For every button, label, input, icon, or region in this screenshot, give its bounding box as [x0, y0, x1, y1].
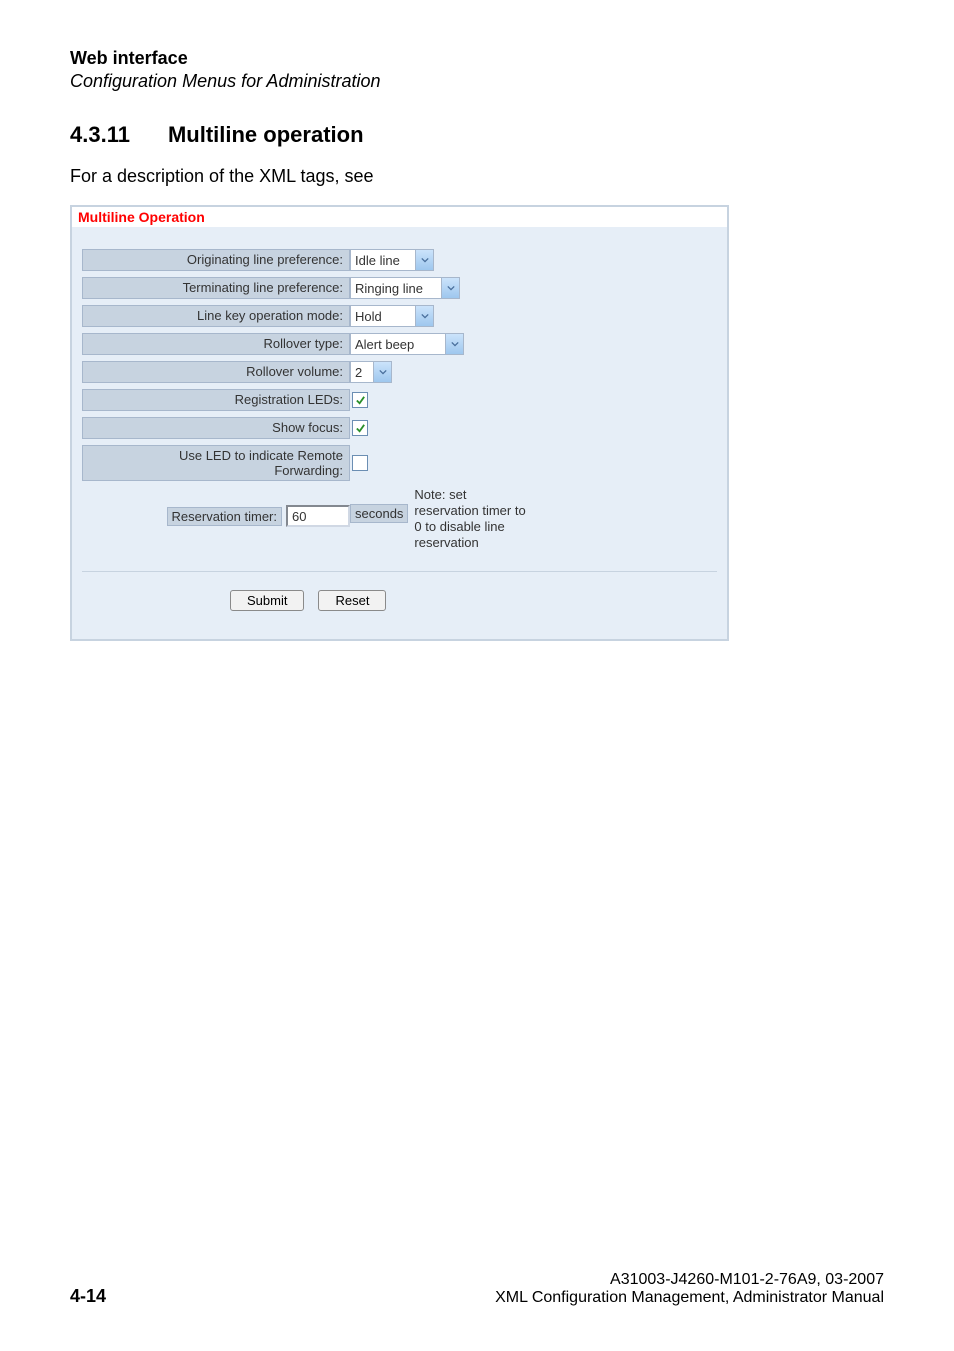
rollover-type-value: Alert beep: [351, 334, 445, 354]
page-number: 4-14: [70, 1286, 106, 1307]
line-key-operation-mode-value: Hold: [351, 306, 415, 326]
chevron-down-icon: [441, 278, 459, 298]
originating-line-preference-value: Idle line: [351, 250, 415, 270]
reservation-note-line1: Note: set: [414, 487, 525, 503]
reservation-note-line3: 0 to disable line: [414, 519, 525, 535]
reservation-timer-input[interactable]: 60: [286, 505, 350, 527]
chevron-down-icon: [445, 334, 463, 354]
footer-line1: A31003-J4260-M101-2-76A9, 03-2007: [495, 1271, 884, 1289]
reservation-timer-label: Reservation timer:: [167, 507, 282, 526]
reservation-note-line2: reservation timer to: [414, 503, 525, 519]
rollover-volume-label: Rollover volume:: [82, 361, 350, 383]
led-remote-label-line2: Forwarding:: [274, 463, 343, 478]
registration-leds-label: Registration LEDs:: [82, 389, 350, 411]
chevron-down-icon: [373, 362, 391, 382]
chevron-down-icon: [415, 306, 433, 326]
reset-button[interactable]: Reset: [318, 590, 386, 611]
originating-line-preference-select[interactable]: Idle line: [350, 249, 434, 271]
show-focus-checkbox[interactable]: [352, 420, 368, 436]
chevron-down-icon: [415, 250, 433, 270]
line-key-operation-mode-label: Line key operation mode:: [82, 305, 350, 327]
page-header-title: Web interface: [70, 48, 884, 69]
line-key-operation-mode-select[interactable]: Hold: [350, 305, 434, 327]
originating-line-preference-label: Originating line preference:: [82, 249, 350, 271]
reservation-note-line4: reservation: [414, 535, 525, 551]
rollover-type-label: Rollover type:: [82, 333, 350, 355]
terminating-line-preference-select[interactable]: Ringing line: [350, 277, 460, 299]
registration-leds-checkbox[interactable]: [352, 392, 368, 408]
led-remote-label-line1: Use LED to indicate Remote: [179, 448, 343, 463]
terminating-line-preference-label: Terminating line preference:: [82, 277, 350, 299]
footer-line2: XML Configuration Management, Administra…: [495, 1289, 884, 1307]
section-number: 4.3.11: [70, 122, 130, 148]
rollover-volume-value: 2: [351, 362, 373, 382]
led-remote-forwarding-checkbox[interactable]: [352, 455, 368, 471]
terminating-line-preference-value: Ringing line: [351, 278, 441, 298]
submit-button[interactable]: Submit: [230, 590, 304, 611]
rollover-volume-select[interactable]: 2: [350, 361, 392, 383]
intro-text: For a description of the XML tags, see: [70, 166, 884, 187]
section-title-text: Multiline operation: [168, 122, 364, 147]
panel-title: Multiline Operation: [72, 207, 727, 227]
rollover-type-select[interactable]: Alert beep: [350, 333, 464, 355]
page-header-subtitle: Configuration Menus for Administration: [70, 71, 884, 92]
led-remote-forwarding-label: Use LED to indicate Remote Forwarding:: [82, 445, 350, 481]
section-heading: 4.3.11 Multiline operation: [70, 122, 884, 148]
multiline-operation-panel: Multiline Operation Originating line pre…: [70, 205, 729, 641]
show-focus-label: Show focus:: [82, 417, 350, 439]
reservation-timer-unit: seconds: [350, 504, 408, 523]
